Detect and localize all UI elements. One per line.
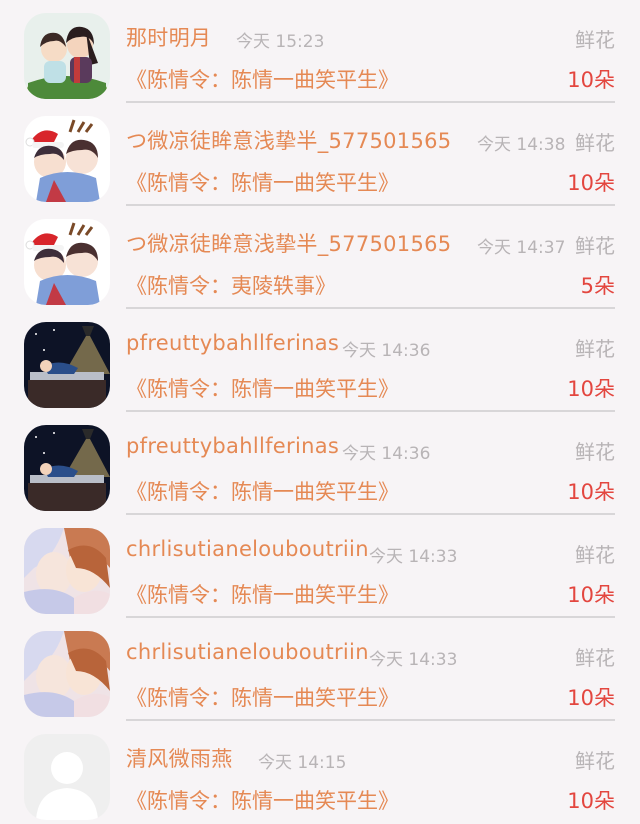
list-item[interactable]: 那时明月 今天 15:23 鲜花 《陈情令：陈情一曲笑平生》 10朵 [0, 0, 640, 103]
row-content: 那时明月 今天 15:23 鲜花 《陈情令：陈情一曲笑平生》 10朵 [126, 0, 615, 103]
row-content: chrlisutianelouboutriin 今天 14:33 鲜花 《陈情令… [126, 618, 615, 721]
gift-count: 10朵 [567, 583, 615, 607]
sender-name[interactable]: chrlisutianelouboutriin [126, 537, 369, 561]
sender-name[interactable]: つ微凉徒眸意浅挚半_577501565 [126, 228, 451, 258]
timestamp: 今天 14:33 [369, 547, 458, 567]
timestamp: 今天 14:36 [342, 341, 431, 361]
drama-title[interactable]: 《陈情令：陈情一曲笑平生》 [126, 785, 399, 815]
list-item[interactable]: chrlisutianelouboutriin 今天 14:33 鲜花 《陈情令… [0, 515, 640, 618]
list-item[interactable]: 清风微雨燕 今天 14:15 鲜花 《陈情令：陈情一曲笑平生》 10朵 [0, 721, 640, 824]
list-item[interactable]: つ微凉徒眸意浅挚半_577501565 今天 14:37 鲜花 《陈情令：夷陵轶… [0, 206, 640, 309]
gift-count: 10朵 [567, 171, 615, 195]
gift-type: 鲜花 [575, 131, 615, 155]
sender-name[interactable]: chrlisutianelouboutriin [126, 640, 369, 664]
timestamp: 今天 14:33 [369, 650, 458, 670]
timestamp: 今天 14:37 [477, 238, 566, 258]
sender-name[interactable]: pfreuttybahllferinas [126, 434, 339, 458]
gift-count: 10朵 [567, 480, 615, 504]
gift-type: 鲜花 [575, 543, 615, 567]
gift-type: 鲜花 [575, 28, 615, 52]
list-item[interactable]: つ微凉徒眸意浅挚半_577501565 今天 14:38 鲜花 《陈情令：陈情一… [0, 103, 640, 206]
list-item[interactable]: pfreuttybahllferinas 今天 14:36 鲜花 《陈情令：陈情… [0, 412, 640, 515]
gift-type: 鲜花 [575, 234, 615, 258]
sender-name[interactable]: 那时明月 [126, 22, 211, 52]
gift-type: 鲜花 [575, 337, 615, 361]
avatar[interactable] [24, 116, 110, 202]
drama-title[interactable]: 《陈情令：陈情一曲笑平生》 [126, 579, 399, 609]
gift-count: 10朵 [567, 68, 615, 92]
row-content: chrlisutianelouboutriin 今天 14:33 鲜花 《陈情令… [126, 515, 615, 618]
list-item[interactable]: pfreuttybahllferinas 今天 14:36 鲜花 《陈情令：陈情… [0, 309, 640, 412]
gift-count: 10朵 [567, 686, 615, 710]
row-content: 清风微雨燕 今天 14:15 鲜花 《陈情令：陈情一曲笑平生》 10朵 [126, 721, 615, 824]
drama-title[interactable]: 《陈情令：陈情一曲笑平生》 [126, 476, 399, 506]
avatar[interactable] [24, 528, 110, 614]
row-content: pfreuttybahllferinas 今天 14:36 鲜花 《陈情令：陈情… [126, 412, 615, 515]
avatar[interactable] [24, 425, 110, 511]
gift-count: 5朵 [580, 274, 615, 298]
avatar[interactable] [24, 322, 110, 408]
avatar[interactable] [24, 734, 110, 820]
timestamp: 今天 14:36 [342, 444, 431, 464]
drama-title[interactable]: 《陈情令：陈情一曲笑平生》 [126, 373, 399, 403]
gift-type: 鲜花 [575, 440, 615, 464]
gift-type: 鲜花 [575, 749, 615, 773]
avatar[interactable] [24, 219, 110, 305]
list-item[interactable]: chrlisutianelouboutriin 今天 14:33 鲜花 《陈情令… [0, 618, 640, 721]
row-content: つ微凉徒眸意浅挚半_577501565 今天 14:37 鲜花 《陈情令：夷陵轶… [126, 206, 615, 309]
sender-name[interactable]: つ微凉徒眸意浅挚半_577501565 [126, 125, 451, 155]
drama-title[interactable]: 《陈情令：陈情一曲笑平生》 [126, 167, 399, 197]
timestamp: 今天 14:15 [258, 753, 347, 773]
gift-type: 鲜花 [575, 646, 615, 670]
sender-name[interactable]: pfreuttybahllferinas [126, 331, 339, 355]
gift-count: 10朵 [567, 377, 615, 401]
gift-record-list: 那时明月 今天 15:23 鲜花 《陈情令：陈情一曲笑平生》 10朵 つ微凉徒眸… [0, 0, 640, 820]
drama-title[interactable]: 《陈情令：陈情一曲笑平生》 [126, 682, 399, 712]
row-content: pfreuttybahllferinas 今天 14:36 鲜花 《陈情令：陈情… [126, 309, 615, 412]
drama-title[interactable]: 《陈情令：夷陵轶事》 [126, 270, 336, 300]
drama-title[interactable]: 《陈情令：陈情一曲笑平生》 [126, 64, 399, 94]
timestamp: 今天 15:23 [236, 32, 325, 52]
timestamp: 今天 14:38 [477, 135, 566, 155]
sender-name[interactable]: 清风微雨燕 [126, 743, 233, 773]
gift-count: 10朵 [567, 789, 615, 813]
avatar[interactable] [24, 631, 110, 717]
avatar[interactable] [24, 13, 110, 99]
row-content: つ微凉徒眸意浅挚半_577501565 今天 14:38 鲜花 《陈情令：陈情一… [126, 103, 615, 206]
